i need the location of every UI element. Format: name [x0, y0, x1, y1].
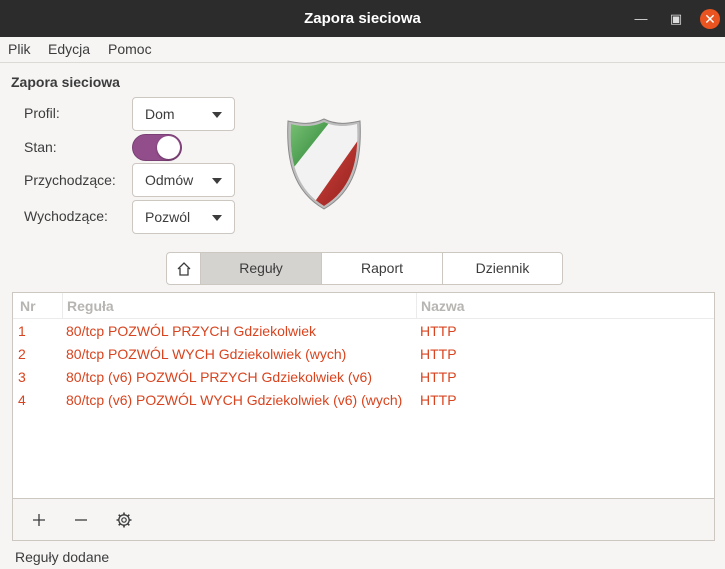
- chevron-down-icon: [212, 178, 222, 184]
- table-header: Nr Reguła Nazwa: [13, 293, 714, 319]
- row-nr: 2: [18, 346, 26, 362]
- table-row[interactable]: 4 80/tcp (v6) POZWÓL WYCH Gdziekolwiek (…: [13, 389, 714, 412]
- incoming-dropdown[interactable]: Odmów: [132, 163, 235, 197]
- row-name: HTTP: [420, 346, 457, 362]
- row-name: HTTP: [420, 369, 457, 385]
- window-title: Zapora sieciowa: [304, 10, 421, 27]
- tab-report[interactable]: Raport: [321, 253, 442, 284]
- chevron-down-icon: [212, 112, 222, 118]
- status-switch[interactable]: [132, 134, 182, 161]
- row-nr: 3: [18, 369, 26, 385]
- incoming-value: Odmów: [145, 172, 194, 188]
- menu-help[interactable]: Pomoc: [108, 41, 152, 57]
- close-icon[interactable]: ✕: [700, 9, 720, 29]
- add-rule-button[interactable]: [28, 509, 50, 531]
- section-title: Zapora sieciowa: [11, 74, 120, 90]
- row-name: HTTP: [420, 323, 457, 339]
- table-row[interactable]: 1 80/tcp POZWÓL PRZYCH Gdziekolwiek HTTP: [13, 320, 714, 343]
- home-icon: [177, 262, 190, 276]
- profile-value: Dom: [145, 106, 175, 122]
- outgoing-label: Wychodzące:: [24, 208, 108, 224]
- title-bar: Zapora sieciowa — ▣ ✕: [0, 0, 725, 37]
- minus-icon: [75, 519, 87, 521]
- menu-edit[interactable]: Edycja: [48, 41, 90, 57]
- view-tabs: Reguły Raport Dziennik: [166, 252, 563, 285]
- gear-icon: [116, 512, 132, 528]
- switch-knob: [157, 136, 180, 159]
- rules-table: Nr Reguła Nazwa 1 80/tcp POZWÓL PRZYCH G…: [12, 292, 715, 499]
- profile-label: Profil:: [24, 105, 60, 121]
- menu-bar: Plik Edycja Pomoc: [0, 37, 725, 63]
- row-rule: 80/tcp (v6) POZWÓL WYCH Gdziekolwiek (v6…: [66, 392, 403, 408]
- status-label: Stan:: [24, 139, 57, 155]
- profile-dropdown[interactable]: Dom: [132, 97, 235, 131]
- table-row[interactable]: 3 80/tcp (v6) POZWÓL PRZYCH Gdziekolwiek…: [13, 366, 714, 389]
- row-name: HTTP: [420, 392, 457, 408]
- menu-file[interactable]: Plik: [8, 41, 31, 57]
- edit-rule-button[interactable]: [113, 509, 135, 531]
- tab-log[interactable]: Dziennik: [442, 253, 562, 284]
- header-nr[interactable]: Nr: [20, 298, 36, 314]
- row-nr: 1: [18, 323, 26, 339]
- minimize-icon[interactable]: —: [631, 9, 651, 29]
- outgoing-value: Pozwól: [145, 209, 191, 225]
- outgoing-dropdown[interactable]: Pozwól: [132, 200, 235, 234]
- shield-icon: [287, 118, 361, 210]
- rules-toolbar: [12, 499, 715, 541]
- plus-icon: [33, 514, 45, 526]
- header-rule[interactable]: Reguła: [62, 293, 416, 319]
- row-rule: 80/tcp (v6) POZWÓL PRZYCH Gdziekolwiek (…: [66, 369, 372, 385]
- maximize-icon[interactable]: ▣: [666, 9, 686, 29]
- status-bar-text: Reguły dodane: [15, 549, 110, 565]
- incoming-label: Przychodzące:: [24, 172, 116, 188]
- row-rule: 80/tcp POZWÓL WYCH Gdziekolwiek (wych): [66, 346, 347, 362]
- row-rule: 80/tcp POZWÓL PRZYCH Gdziekolwiek: [66, 323, 316, 339]
- row-nr: 4: [18, 392, 26, 408]
- home-tab[interactable]: [167, 253, 200, 284]
- header-name[interactable]: Nazwa: [416, 293, 714, 319]
- table-row[interactable]: 2 80/tcp POZWÓL WYCH Gdziekolwiek (wych)…: [13, 343, 714, 366]
- chevron-down-icon: [212, 215, 222, 221]
- remove-rule-button[interactable]: [70, 509, 92, 531]
- tab-rules[interactable]: Reguły: [200, 253, 321, 284]
